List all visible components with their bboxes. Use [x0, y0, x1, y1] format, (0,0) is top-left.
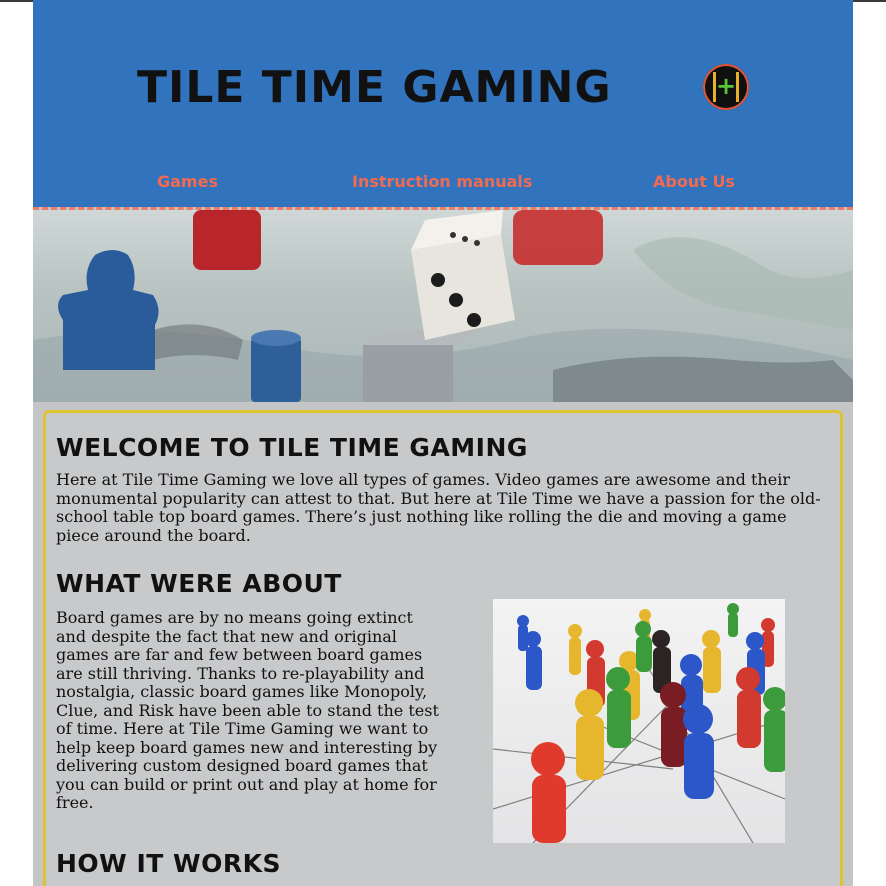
nav-link-games[interactable]: Games [157, 172, 218, 191]
site-header: Tile Time Gaming + Games Instruction man… [33, 0, 853, 207]
logo-right-bar [736, 72, 739, 102]
site-container: Tile Time Gaming + Games Instruction man… [33, 0, 853, 886]
plus-icon: + [715, 72, 737, 100]
nav-link-instruction-manuals[interactable]: Instruction manuals [352, 172, 532, 191]
how-it-works-heading: How it works [56, 849, 281, 878]
nav-link-about-us[interactable]: About Us [653, 172, 735, 191]
welcome-heading: Welcome to Tile Time Gaming [56, 433, 528, 462]
board-game-pieces-photo [33, 210, 853, 402]
about-heading: What were about [56, 569, 342, 598]
pawns-illustration [493, 603, 785, 843]
dice-plus-logo-icon[interactable]: + [703, 64, 749, 110]
colored-pawns-photo [493, 599, 785, 843]
hero-image-illustration [33, 210, 853, 402]
content-card: Welcome to Tile Time Gaming Here at Tile… [43, 410, 843, 886]
about-text: Board games are by no means going extinc… [56, 608, 439, 812]
site-title: Tile Time Gaming [137, 62, 612, 113]
welcome-text: Here at Tile Time Gaming we love all typ… [56, 470, 821, 545]
